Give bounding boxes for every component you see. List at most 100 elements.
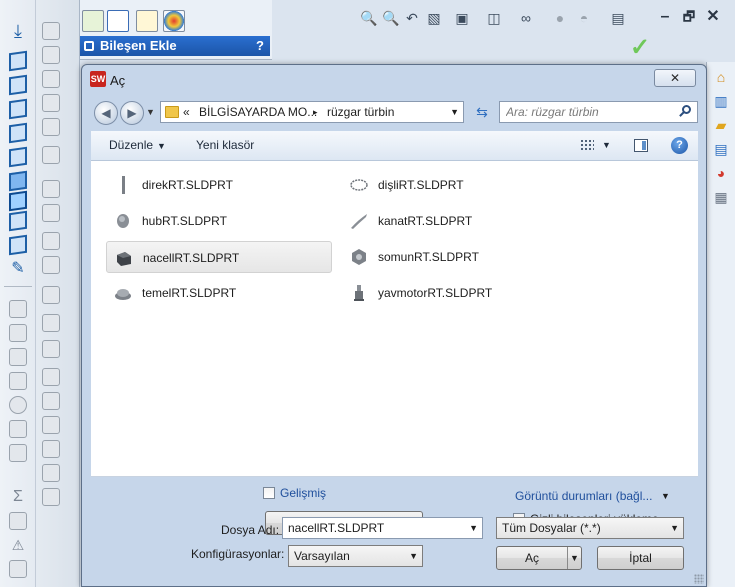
configurations-select[interactable]: Varsayılan ▼ bbox=[288, 545, 423, 567]
move-component-icon[interactable] bbox=[9, 98, 27, 120]
preview-pane-icon[interactable] bbox=[634, 139, 648, 152]
address-overflow-chevron[interactable]: « bbox=[183, 105, 190, 119]
new-folder-button[interactable]: Yeni klasör bbox=[196, 138, 254, 152]
recent-locations-dropdown-icon[interactable]: ▼ bbox=[146, 107, 155, 117]
surface-finish-icon[interactable] bbox=[9, 372, 27, 390]
zoom-to-area-icon[interactable]: 🔍 bbox=[382, 10, 399, 26]
table-icon[interactable] bbox=[9, 512, 27, 530]
zoom-to-fit-icon[interactable]: 🔍 bbox=[360, 10, 377, 26]
refresh-icon[interactable]: ⇆ bbox=[470, 101, 494, 123]
file-item[interactable]: nacellRT.SLDPRT bbox=[106, 241, 332, 273]
view-options-caret-icon[interactable]: ▼ bbox=[602, 140, 611, 150]
dialog-close-button[interactable]: ✕ bbox=[654, 69, 696, 87]
hole-series-icon[interactable] bbox=[42, 118, 60, 136]
hide-show-items-icon[interactable]: ∞ bbox=[518, 10, 534, 26]
cancel-button[interactable]: İptal bbox=[597, 546, 684, 570]
address-dropdown-icon[interactable]: ▼ bbox=[450, 107, 459, 117]
collision-detection-icon[interactable] bbox=[42, 232, 60, 250]
search-input[interactable] bbox=[506, 104, 671, 120]
open-button[interactable]: Aç ▼ bbox=[496, 546, 582, 570]
display-states-caret-icon[interactable]: ▼ bbox=[661, 491, 670, 501]
centerline-icon[interactable] bbox=[42, 488, 60, 506]
address-segment-folder[interactable]: rüzgar türbin bbox=[327, 105, 394, 119]
file-item[interactable]: somunRT.SLDPRT bbox=[342, 241, 568, 273]
reference-geometry-icon[interactable] bbox=[9, 170, 27, 192]
balloon-icon[interactable] bbox=[9, 348, 27, 366]
advanced-checkbox[interactable] bbox=[263, 487, 275, 499]
sum-icon[interactable]: Σ bbox=[9, 488, 27, 506]
hole-callout-icon[interactable] bbox=[9, 444, 27, 462]
explode-line-icon[interactable]: ✎ bbox=[9, 260, 27, 278]
assembly-visualization-icon[interactable] bbox=[42, 180, 60, 198]
center-mark-icon[interactable] bbox=[9, 560, 27, 578]
address-segment-computer[interactable]: BİLGİSAYARDA MO... bbox=[199, 105, 317, 119]
design-library-icon[interactable]: ▥ bbox=[712, 92, 730, 110]
advanced-label[interactable]: Gelişmiş bbox=[280, 486, 326, 500]
resize-grip-icon[interactable] bbox=[694, 574, 704, 584]
pin-icon[interactable] bbox=[84, 41, 94, 51]
view-palette-icon[interactable]: ▤ bbox=[712, 140, 730, 158]
back-arrow-icon[interactable]: ◀ bbox=[94, 101, 118, 125]
spell-check-icon[interactable] bbox=[42, 314, 60, 332]
view-settings-icon[interactable]: ▤ bbox=[610, 10, 626, 26]
ok-check-icon[interactable]: ✓ bbox=[630, 36, 650, 60]
geometric-tolerance-icon[interactable] bbox=[42, 416, 60, 434]
show-components-icon[interactable] bbox=[42, 94, 60, 112]
weld-symbol-icon[interactable] bbox=[9, 420, 27, 438]
help-icon[interactable]: ? bbox=[671, 137, 688, 154]
home-icon[interactable]: ⌂ bbox=[712, 68, 730, 86]
window-close-button[interactable]: ✕ bbox=[704, 8, 722, 26]
datum-icon[interactable] bbox=[9, 396, 27, 414]
filename-input[interactable]: nacellRT.SLDPRT ▼ bbox=[282, 517, 483, 539]
insert-components-icon[interactable]: ⤓ bbox=[9, 22, 27, 40]
show-hidden-icon[interactable] bbox=[9, 122, 27, 144]
explode-view-icon[interactable] bbox=[9, 234, 27, 256]
file-item[interactable]: kanatRT.SLDPRT bbox=[342, 205, 568, 237]
display-states-dropdown[interactable]: Görüntü durumları (bağl... bbox=[515, 489, 652, 503]
warning-icon[interactable]: ⚠ bbox=[9, 536, 27, 554]
apply-scene-icon[interactable]: ◓ bbox=[576, 10, 592, 26]
file-item[interactable]: dişliRT.SLDPRT bbox=[342, 169, 568, 201]
auto-balloon-icon[interactable] bbox=[42, 368, 60, 386]
search-icon[interactable] bbox=[679, 105, 691, 117]
physical-dynamics-icon[interactable] bbox=[42, 256, 60, 274]
format-painter-icon[interactable] bbox=[42, 340, 60, 358]
property-manager-help-button[interactable]: ? bbox=[256, 36, 264, 56]
filetype-select[interactable]: Tüm Dosyalar (*.*) ▼ bbox=[496, 517, 684, 539]
file-item[interactable]: yavmotorRT.SLDPRT bbox=[342, 277, 568, 309]
rotate-component-icon[interactable] bbox=[42, 70, 60, 88]
block-icon[interactable] bbox=[42, 440, 60, 458]
view-orientation-icon[interactable]: ▣ bbox=[454, 10, 470, 26]
note-icon[interactable] bbox=[9, 324, 27, 342]
address-separator-icon[interactable]: ▸ bbox=[313, 107, 318, 118]
model-items-icon[interactable] bbox=[42, 286, 60, 304]
edit-appearance-icon[interactable]: ● bbox=[552, 10, 568, 26]
previous-view-icon[interactable]: ↶ bbox=[404, 10, 420, 26]
mate-icon[interactable] bbox=[9, 50, 27, 72]
assembly-features-icon[interactable] bbox=[9, 146, 27, 168]
file-item[interactable]: direkRT.SLDPRT bbox=[106, 169, 332, 201]
reference-plane-icon[interactable] bbox=[42, 204, 60, 222]
interference-detection-icon[interactable] bbox=[42, 146, 60, 164]
smart-fasteners-icon[interactable] bbox=[42, 22, 60, 40]
forward-arrow-icon[interactable]: ▶ bbox=[120, 101, 144, 125]
linear-pattern-icon[interactable] bbox=[42, 46, 60, 64]
open-options-caret-icon[interactable]: ▼ bbox=[567, 547, 581, 569]
organize-menu[interactable]: Düzenle ▼ bbox=[109, 138, 166, 152]
filename-history-caret-icon[interactable]: ▼ bbox=[469, 518, 478, 538]
appearances-icon[interactable]: ◕ bbox=[712, 164, 730, 182]
smart-dimension-icon[interactable] bbox=[9, 300, 27, 318]
display-style-icon[interactable]: ◫ bbox=[486, 10, 502, 26]
minimize-button[interactable]: – bbox=[656, 8, 674, 26]
property-manager-tab-icon[interactable] bbox=[107, 10, 129, 32]
component-pattern-icon[interactable] bbox=[9, 74, 27, 96]
configuration-manager-tab-icon[interactable] bbox=[136, 10, 158, 32]
file-item[interactable]: hubRT.SLDPRT bbox=[106, 205, 332, 237]
section-view-icon[interactable]: ▧ bbox=[426, 10, 442, 26]
magnetic-line-icon[interactable] bbox=[42, 392, 60, 410]
restore-button[interactable]: 🗗 bbox=[680, 8, 698, 26]
feature-tree-tab-icon[interactable] bbox=[82, 10, 104, 32]
custom-properties-icon[interactable]: ▦ bbox=[712, 188, 730, 206]
display-manager-tab-icon[interactable] bbox=[163, 10, 185, 32]
revision-cloud-icon[interactable] bbox=[42, 464, 60, 482]
